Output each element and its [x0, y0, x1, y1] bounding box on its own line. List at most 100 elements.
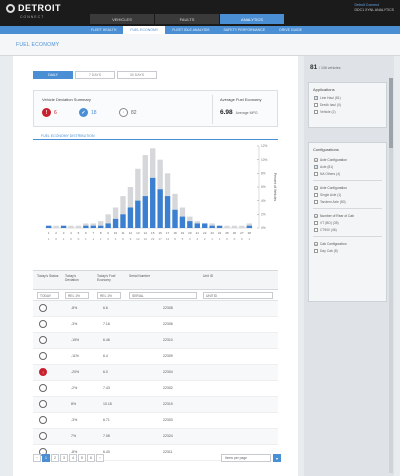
checkbox-icon[interactable]	[314, 227, 318, 232]
filter-7-days[interactable]: 7 DAYS	[75, 71, 115, 79]
filter-serial[interactable]: SERIAL	[129, 292, 197, 299]
checkbox-icon[interactable]	[314, 102, 318, 107]
items-per-page-select[interactable]: Items per page	[221, 454, 271, 462]
per-page-dropdown-icon[interactable]: ▾	[273, 454, 281, 462]
page-button[interactable]: 3	[60, 454, 68, 462]
col-deviation[interactable]: Today's Deviation	[65, 274, 89, 282]
bar	[112, 218, 119, 228]
config-group-header[interactable]: – Number of Rear of Cab	[309, 212, 386, 219]
tab-vehicles[interactable]: VEHICLES	[90, 14, 154, 24]
checkbox-icon[interactable]	[314, 220, 318, 225]
table-row[interactable]: · 7% 7.08 22324	[33, 429, 278, 445]
bar	[224, 225, 230, 228]
subnav-drive-guide[interactable]: DRIVE GUIDE	[272, 26, 309, 34]
collapse-icon[interactable]: –	[314, 185, 318, 190]
filter-30-days[interactable]: 30 DAYS	[117, 71, 157, 79]
fuel-economy-cell: 6.0	[103, 370, 108, 374]
config-option[interactable]: ✓ Axle (81)	[309, 163, 386, 170]
bar-value-label: 3	[189, 237, 191, 241]
serial-number-cell[interactable]: 22308	[163, 306, 173, 310]
config-option[interactable]: Single Axle (1)	[309, 191, 386, 198]
subnav-fuel-economy[interactable]: FUEL ECONOMY	[123, 26, 166, 34]
stat-ok[interactable]: ✓ 18	[79, 108, 97, 117]
serial-number-cell[interactable]: 22311	[163, 450, 172, 454]
deviation-cell: -11%	[71, 354, 79, 358]
collapse-icon[interactable]: –	[314, 157, 318, 162]
logo-text: DETROIT	[18, 3, 61, 13]
checkbox-icon[interactable]: ✓	[314, 164, 318, 169]
table-row[interactable]: · -11% 6.4 22309	[33, 349, 278, 365]
application-option[interactable]: Dredk haul (0)	[309, 101, 386, 108]
checkbox-icon[interactable]	[314, 109, 318, 114]
serial-number-cell[interactable]: 22319	[163, 402, 173, 406]
serial-number-cell[interactable]: 22306	[163, 322, 173, 326]
next-page-icon[interactable]: ›	[96, 454, 104, 462]
serial-number-cell[interactable]: 22310	[163, 338, 173, 342]
page-button[interactable]: 1	[42, 454, 50, 462]
bar-value-label: 9	[130, 237, 132, 241]
neutral-icon: ·	[39, 400, 47, 408]
subnav-safety[interactable]: SAFETY PERFORMANCE	[216, 26, 272, 34]
page-button[interactable]: 2	[51, 454, 59, 462]
detroit-logo[interactable]: DETROIT CONNECT	[6, 3, 61, 19]
serial-number-cell[interactable]: 22304	[163, 370, 173, 374]
filter-economy[interactable]: REL 1%	[97, 292, 121, 299]
collapse-icon[interactable]: –	[314, 241, 318, 246]
filter-unit-id[interactable]: UNITID	[203, 292, 273, 299]
checkbox-icon[interactable]	[314, 171, 318, 176]
application-option[interactable]: ✓ Line Haul (81)	[309, 94, 386, 101]
serial-number-cell[interactable]: 22309	[163, 354, 173, 358]
tab-faults[interactable]: FAULTS	[155, 14, 219, 24]
right-tick-label: 10%	[261, 158, 268, 162]
right-tick-label: 8%	[261, 172, 266, 176]
config-option[interactable]: NA Others (4)	[309, 170, 386, 177]
col-fuel-economy[interactable]: Today's Fuel Economy	[97, 274, 123, 282]
page-button[interactable]: 5	[78, 454, 86, 462]
checkbox-icon[interactable]	[314, 248, 318, 253]
config-option[interactable]: Tandem Axle (80)	[309, 198, 386, 205]
subnav-fleet-health[interactable]: FLEET HEALTH	[84, 26, 123, 34]
config-option[interactable]: Day Cab (8)	[309, 247, 386, 254]
collapse-icon[interactable]: –	[314, 213, 318, 218]
checkbox-icon[interactable]	[314, 199, 318, 204]
serial-number-cell[interactable]: 22303	[163, 418, 173, 422]
user-menu[interactable]: Detroit Connect DDC1 XYNL ANALYTICS	[355, 3, 394, 13]
avg-fuel-unit: Average MPG	[235, 111, 258, 115]
config-group-header[interactable]: – Cab Configuration	[309, 240, 386, 247]
checkbox-icon[interactable]	[314, 192, 318, 197]
table-row[interactable]: · 8% 10.18 22319	[33, 397, 278, 413]
col-unit-id[interactable]: Unit ID	[203, 274, 263, 278]
serial-number-cell[interactable]: 22302	[163, 386, 173, 390]
page-button[interactable]: 6	[87, 454, 95, 462]
subnav-fleet-idle[interactable]: FLEET IDLE ANALYSIS	[165, 26, 216, 34]
application-option[interactable]: Vehicle (2)	[309, 108, 386, 115]
table-row[interactable]: · -2% 7.43 22302	[33, 381, 278, 397]
checkbox-icon[interactable]: ✓	[314, 95, 318, 100]
filter-daily[interactable]: DAILY	[33, 71, 73, 79]
filter-status[interactable]: TODAY	[37, 292, 59, 299]
bar-value-label: 2	[204, 237, 206, 241]
table-row[interactable]: · -15% 6.46 22310	[33, 333, 278, 349]
sidebar-scroll-thumb[interactable]	[389, 78, 393, 148]
stat-alert[interactable]: ! 6	[42, 108, 57, 117]
serial-number-cell[interactable]: 22324	[163, 434, 173, 438]
prev-page-icon[interactable]: ‹	[33, 454, 41, 462]
config-group-header[interactable]: – Axle Configuration	[309, 156, 386, 163]
table-row[interactable]: · -3% 7.16 22306	[33, 317, 278, 333]
bar-value-label: 1	[63, 237, 65, 241]
col-serial[interactable]: Serial Number	[129, 274, 189, 278]
tab-analytics[interactable]: ANALYTICS	[220, 14, 284, 24]
page-button[interactable]: 4	[69, 454, 77, 462]
col-status[interactable]: Today's Status	[37, 274, 59, 278]
table-row[interactable]: ! -20% 6.0 22304	[33, 365, 278, 381]
table-row[interactable]: · -3% 6.71 22303	[33, 413, 278, 429]
filter-deviation[interactable]: REL 1%	[65, 292, 89, 299]
config-option[interactable]: VT (BD) (35)	[309, 219, 386, 226]
bar-value-label: 0	[226, 237, 228, 241]
neutral-icon: ·	[119, 108, 128, 117]
config-option[interactable]: CT900 (46)	[309, 226, 386, 233]
stat-neutral[interactable]: · 82	[119, 108, 137, 117]
config-group-header[interactable]: – Axle Configuration	[309, 184, 386, 191]
option-label: Tandem Axle (80)	[320, 199, 346, 204]
table-row[interactable]: · -8% 6.6 22308	[33, 301, 278, 317]
